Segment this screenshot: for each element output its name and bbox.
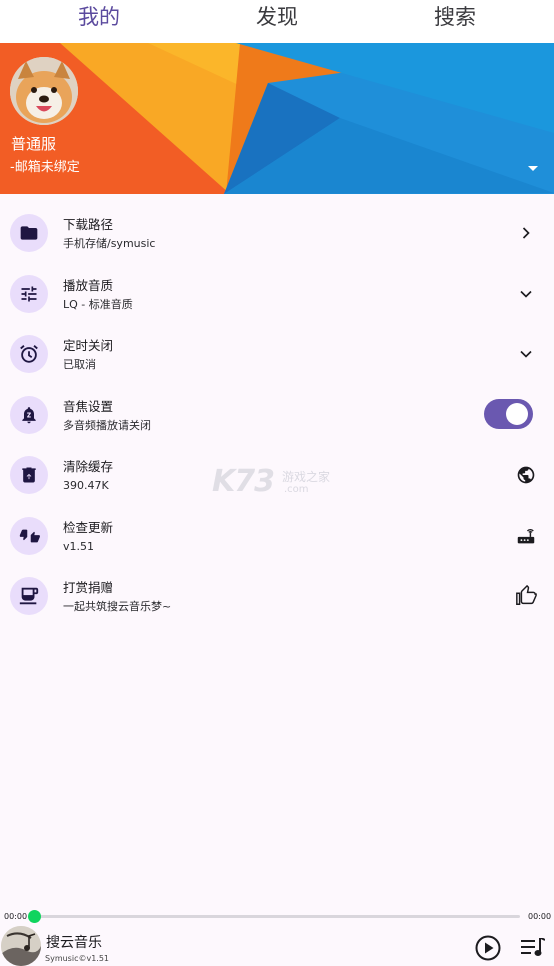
setting-title: 定时关闭 [63, 338, 114, 353]
total-time: 00:00 [528, 912, 552, 921]
setting-subtitle: 多音频播放请关闭 [63, 418, 151, 432]
user-email: -邮箱未绑定 [10, 160, 80, 175]
dropdown-arrow-icon[interactable] [525, 163, 541, 173]
setting-subtitle: 已取消 [63, 358, 96, 371]
album-art[interactable] [1, 926, 41, 966]
avatar[interactable] [10, 57, 78, 125]
progress-thumb[interactable] [28, 910, 41, 923]
user-name: 普通服 [11, 135, 57, 153]
setting-subtitle: 手机存储/symusic [63, 237, 156, 250]
setting-title: 检查更新 [63, 519, 114, 535]
tune-icon [10, 274, 48, 313]
mini-player: 00:00 00:00 搜云音乐 Symusic©v1.51 [0, 905, 554, 966]
setting-subtitle: LQ - 标准音质 [63, 297, 133, 311]
thumbs-up-down-icon [10, 516, 48, 555]
settings-list: 下载路径 手机存储/symusic 播放音质 LQ - 标准音质 定时关闭 已取… [0, 202, 554, 626]
setting-sleep-timer[interactable]: 定时关闭 已取消 [0, 323, 554, 384]
song-subtitle: Symusic©v1.51 [45, 954, 110, 963]
globe-icon[interactable] [514, 463, 538, 487]
audio-focus-toggle[interactable] [484, 398, 533, 429]
thumb-up-icon[interactable] [514, 584, 538, 608]
alarm-icon [10, 335, 48, 373]
setting-title: 播放音质 [63, 277, 114, 293]
setting-audio-focus[interactable]: 音焦设置 多音频播放请关闭 [0, 384, 554, 445]
tab-discover[interactable]: 发现 [217, 2, 337, 32]
setting-subtitle: v1.51 [63, 539, 95, 553]
banner-background [0, 43, 554, 194]
playlist-icon[interactable] [521, 938, 545, 958]
tab-search[interactable]: 搜索 [395, 2, 515, 32]
toggle-knob [506, 402, 528, 425]
folder-icon [10, 214, 48, 252]
setting-title: 音焦设置 [63, 398, 114, 414]
chevron-down-icon[interactable] [514, 282, 538, 306]
tab-mine[interactable]: 我的 [39, 2, 159, 32]
notification-sleep-icon [10, 395, 48, 434]
setting-title: 清除缓存 [63, 459, 114, 474]
setting-audio-quality[interactable]: 播放音质 LQ - 标准音质 [0, 263, 554, 324]
router-icon[interactable] [514, 524, 538, 548]
progress-track[interactable] [34, 915, 520, 918]
profile-banner: 普通服 -邮箱未绑定 [0, 43, 554, 194]
play-icon[interactable] [475, 935, 501, 961]
delete-icon [10, 456, 48, 494]
setting-check-update[interactable]: 检查更新 v1.51 [0, 505, 554, 566]
setting-donate[interactable]: 打赏捐赠 一起共筑搜云音乐梦~ [0, 565, 554, 626]
chevron-right-icon[interactable] [514, 221, 538, 245]
top-tab-bar: 我的 发现 搜索 [0, 0, 554, 43]
song-title: 搜云音乐 [46, 935, 102, 951]
setting-title: 打赏捐赠 [63, 580, 114, 595]
current-time: 00:00 [4, 912, 28, 921]
coffee-icon [10, 577, 48, 615]
setting-clear-cache[interactable]: 清除缓存 390.47K [0, 444, 554, 505]
setting-title: 下载路径 [63, 217, 114, 232]
chevron-down-icon[interactable] [514, 342, 538, 366]
setting-download-path[interactable]: 下载路径 手机存储/symusic [0, 202, 554, 263]
setting-subtitle: 390.47K [63, 479, 109, 492]
setting-subtitle: 一起共筑搜云音乐梦~ [63, 600, 172, 613]
